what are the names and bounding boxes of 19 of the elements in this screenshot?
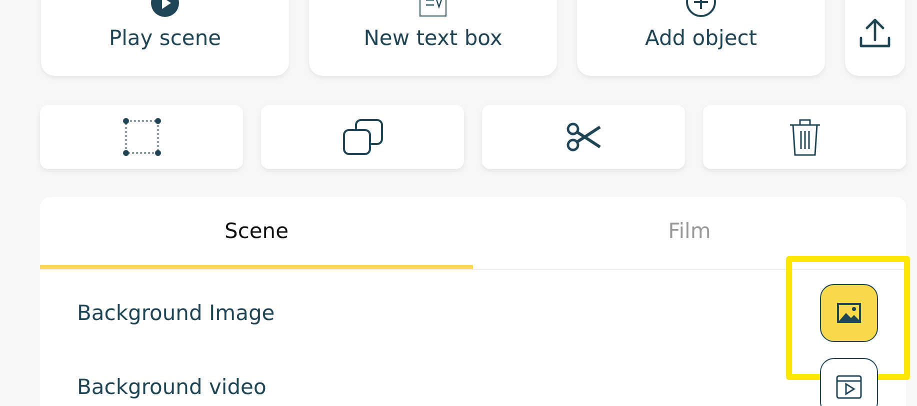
- duplicate-button[interactable]: [261, 105, 464, 169]
- trash-icon: [788, 117, 822, 157]
- cut-button[interactable]: [482, 105, 685, 169]
- row-label: Background Image: [77, 301, 275, 325]
- action-button[interactable]: New text box: [309, 0, 557, 76]
- selection-icon: [122, 117, 162, 157]
- upload-button[interactable]: [845, 0, 905, 76]
- action-button[interactable]: Play scene: [41, 0, 289, 76]
- video-icon: [836, 375, 862, 399]
- upload-icon: [858, 16, 892, 50]
- row-label: Background video: [77, 375, 266, 399]
- action-button[interactable]: Add object: [577, 0, 825, 76]
- scissors-icon: [566, 122, 602, 152]
- video-button[interactable]: [820, 358, 878, 406]
- image-button[interactable]: [820, 284, 878, 342]
- image-icon: [837, 303, 861, 323]
- tab[interactable]: Scene: [40, 197, 473, 269]
- delete-button[interactable]: [703, 105, 906, 169]
- duplicate-icon: [342, 118, 384, 156]
